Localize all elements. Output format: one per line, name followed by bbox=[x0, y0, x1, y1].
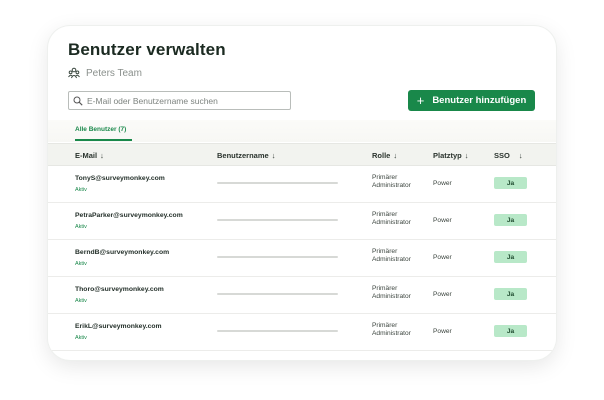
search-input[interactable] bbox=[87, 95, 277, 106]
table-row[interactable]: ErikL@surveymonkey.com Aktiv Primärer Adm… bbox=[48, 314, 556, 351]
user-role: Primärer Administrator bbox=[372, 322, 411, 337]
table-row[interactable]: PetraParker@surveymonkey.com Aktiv Primä… bbox=[48, 203, 556, 240]
user-email: ErikL@surveymonkey.com bbox=[75, 323, 162, 330]
sort-arrow-icon: ↓ bbox=[393, 151, 398, 160]
sort-arrow-icon: ↓ bbox=[464, 151, 469, 160]
user-role: Primärer Administrator bbox=[372, 211, 411, 226]
username-placeholder bbox=[217, 293, 338, 295]
user-email: BerndB@surveymonkey.com bbox=[75, 249, 170, 256]
user-plan: Power bbox=[433, 217, 452, 224]
sso-badge: Ja bbox=[494, 325, 527, 337]
sso-badge: Ja bbox=[494, 251, 527, 263]
user-status: Aktiv bbox=[75, 261, 87, 267]
column-header-role[interactable]: Rolle ↓ bbox=[372, 151, 397, 160]
sso-badge: Ja bbox=[494, 288, 527, 300]
user-role: Primärer Administrator bbox=[372, 174, 411, 189]
sort-arrow-icon: ↓ bbox=[271, 151, 276, 160]
user-plan: Power bbox=[433, 254, 452, 261]
search-icon bbox=[73, 96, 83, 106]
active-tab-indicator bbox=[75, 139, 132, 141]
table-header: E-Mail ↓ Benutzername ↓ Rolle ↓ Platztyp ↓ S… bbox=[48, 143, 556, 166]
user-plan: Power bbox=[433, 328, 452, 335]
tab-all-users[interactable]: Alle Benutzer (7) bbox=[75, 126, 126, 133]
column-header-plan[interactable]: Platztyp ↓ bbox=[433, 151, 469, 160]
add-user-button[interactable]: + Benutzer hinzufügen bbox=[408, 90, 535, 111]
search-box[interactable] bbox=[68, 91, 291, 110]
username-placeholder bbox=[217, 182, 338, 184]
tab-bar: Alle Benutzer (7) bbox=[48, 120, 556, 142]
user-status: Aktiv bbox=[75, 224, 87, 230]
team-icon bbox=[68, 67, 80, 79]
team-indicator: Peters Team bbox=[68, 67, 142, 79]
user-status: Aktiv bbox=[75, 187, 87, 193]
username-placeholder bbox=[217, 219, 338, 221]
plus-icon: + bbox=[416, 93, 425, 108]
user-status: Aktiv bbox=[75, 298, 87, 304]
user-role: Primärer Administrator bbox=[372, 248, 411, 263]
team-name: Peters Team bbox=[86, 67, 142, 79]
username-placeholder bbox=[217, 256, 338, 258]
table-row[interactable]: Thoro@surveymonkey.com Aktiv Primärer Adm… bbox=[48, 277, 556, 314]
table-row[interactable]: BerndB@surveymonkey.com Aktiv Primärer Ad… bbox=[48, 240, 556, 277]
sso-badge: Ja bbox=[494, 214, 527, 226]
column-header-email[interactable]: E-Mail ↓ bbox=[75, 151, 104, 160]
user-email: TonyS@surveymonkey.com bbox=[75, 175, 165, 182]
user-plan: Power bbox=[433, 180, 452, 187]
user-status: Aktiv bbox=[75, 335, 87, 341]
sso-badge: Ja bbox=[494, 177, 527, 189]
user-email: Thoro@surveymonkey.com bbox=[75, 286, 164, 293]
table-row[interactable]: TonyS@surveymonkey.com Aktiv Primärer Adm… bbox=[48, 166, 556, 203]
user-role: Primärer Administrator bbox=[372, 285, 411, 300]
username-placeholder bbox=[217, 330, 338, 332]
user-email: PetraParker@surveymonkey.com bbox=[75, 212, 183, 219]
page-title: Benutzer verwalten bbox=[68, 40, 226, 59]
add-user-label: Benutzer hinzufügen bbox=[432, 95, 527, 106]
user-plan: Power bbox=[433, 291, 452, 298]
sort-arrow-icon: ↓ bbox=[100, 151, 104, 160]
sort-arrow-icon: ↓ bbox=[518, 151, 523, 160]
column-header-username[interactable]: Benutzername ↓ bbox=[217, 151, 275, 160]
user-management-card: Benutzer verwalten Peters Team + Benutze… bbox=[48, 26, 556, 360]
column-header-sso[interactable]: SSO ↓ bbox=[494, 151, 523, 160]
